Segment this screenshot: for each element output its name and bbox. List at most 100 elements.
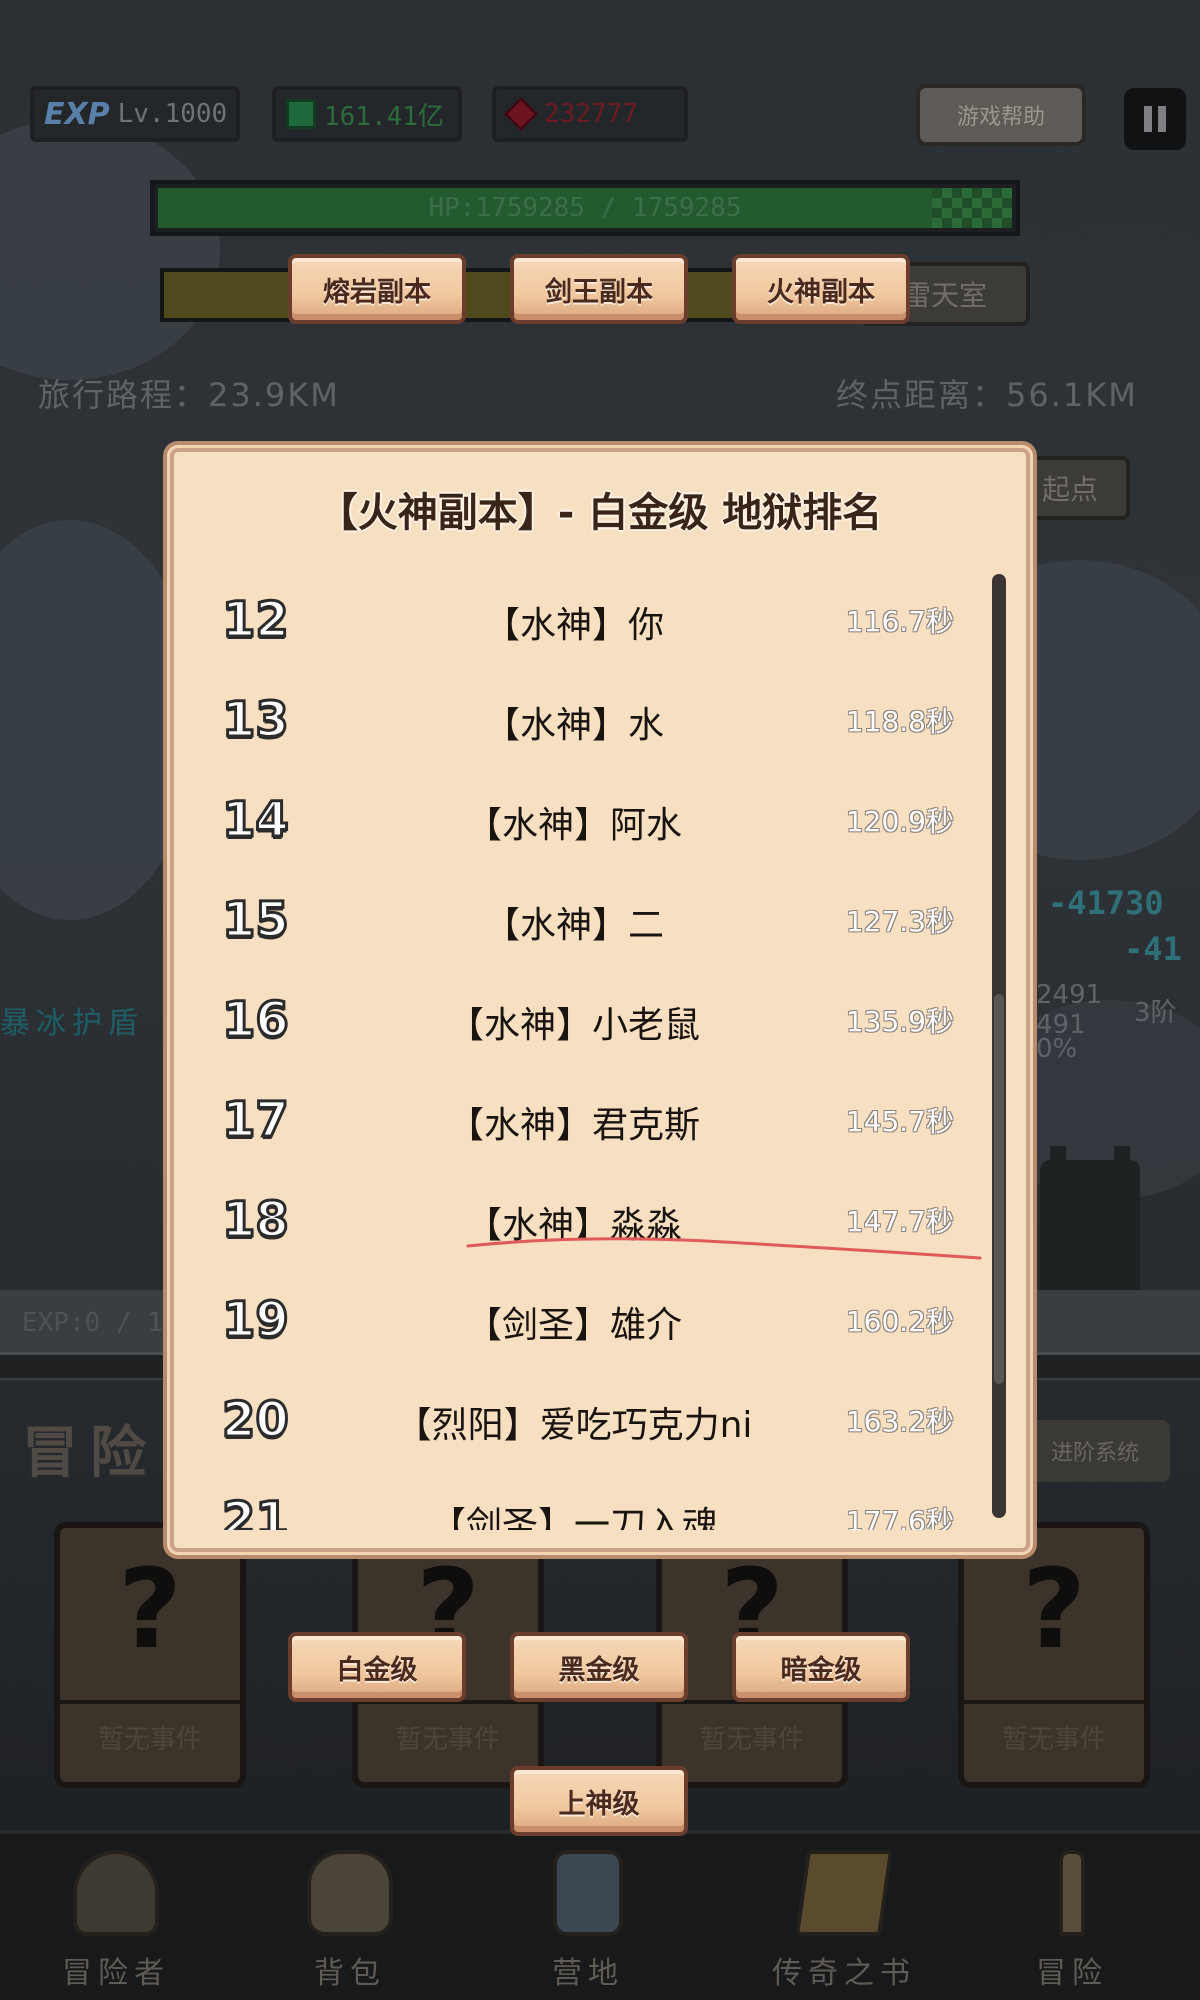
nav-label: 营地 <box>552 1956 624 1991</box>
nav-legend-book[interactable]: 传奇之书 <box>744 1850 944 2000</box>
rank-number: 18 <box>221 1191 291 1250</box>
nav-adventure[interactable]: 冒险 <box>972 1850 1172 2000</box>
player-name: 【水神】水 <box>483 705 664 746</box>
buff-text: 暴冰护盾 <box>0 1006 144 1041</box>
stat-number: 2491 <box>1036 980 1103 1010</box>
ranking-list[interactable]: 12 【水神】你 116.7秒 13 【水神】水 118.8秒 14 【水神】阿… <box>194 570 955 1531</box>
adventure-title: 冒险 <box>22 1421 158 1486</box>
hp-bar: HP:1759285 / 1759285 <box>150 180 1020 236</box>
exp-text: EXP:0 / 1 <box>22 1308 163 1338</box>
scroll-thumb[interactable] <box>994 994 1004 1384</box>
player-name: 【水神】小老鼠 <box>447 1005 700 1046</box>
rank-number: 19 <box>221 1291 291 1350</box>
nav-camp[interactable]: 营地 <box>488 1850 688 2000</box>
ranking-row: 16 【水神】小老鼠 135.9秒 <box>194 970 955 1070</box>
tab-platinum-tier[interactable]: 白金级 <box>288 1632 466 1702</box>
sword-icon <box>1059 1850 1085 1936</box>
clear-time: 135.9秒 <box>845 1005 954 1038</box>
enemy-sprite <box>1040 1146 1140 1290</box>
player-name: 【剑圣】雄介 <box>465 1305 682 1346</box>
tab-black-gold-tier[interactable]: 黑金级 <box>510 1632 688 1702</box>
red-currency-value: 232777 <box>544 99 638 129</box>
player-name: 【水神】淼淼 <box>465 1205 682 1246</box>
end-distance: 终点距离：56.1KM <box>836 376 1138 414</box>
nav-label: 传奇之书 <box>772 1956 916 1991</box>
nav-adventurer[interactable]: 冒险者 <box>16 1850 216 2000</box>
clear-time: 177.6秒 <box>845 1505 954 1530</box>
ranking-row: 13 【水神】水 118.8秒 <box>194 670 955 770</box>
ranking-row: 19 【剑圣】雄介 160.2秒 <box>194 1270 955 1370</box>
exp-logo: EXP <box>44 96 110 132</box>
backpack-icon <box>307 1850 393 1936</box>
clear-time: 163.2秒 <box>845 1405 954 1438</box>
player-name: 【水神】阿水 <box>465 805 682 846</box>
scrollbar[interactable] <box>992 574 1006 1518</box>
bottom-nav: 冒险者 背包 营地 传奇之书 冒险 <box>0 1830 1200 2000</box>
nav-label: 背包 <box>314 1956 386 1991</box>
event-card-label: 暂无事件 <box>60 1700 240 1770</box>
player-name: 【水神】二 <box>483 905 664 946</box>
green-currency-value: 161.41亿 <box>324 101 444 132</box>
red-gem-icon <box>504 97 538 131</box>
camp-banner-icon <box>553 1850 623 1936</box>
damage-number: -41 <box>1124 930 1182 968</box>
rank-number: 15 <box>221 891 291 950</box>
ranking-row: 20 【烈阳】爱吃巧克力ni 163.2秒 <box>194 1370 955 1470</box>
tab-lava-dungeon[interactable]: 熔岩副本 <box>288 254 466 324</box>
hp-text: HP:1759285 / 1759285 <box>428 193 742 223</box>
clear-time: 160.2秒 <box>845 1305 954 1338</box>
tab-fire-god-dungeon[interactable]: 火神副本 <box>732 254 910 324</box>
ranking-row: 21 【剑圣】一刀入魂 177.6秒 <box>194 1470 955 1531</box>
clear-time: 116.7秒 <box>845 605 954 638</box>
event-card[interactable]: ? 暂无事件 <box>958 1522 1150 1788</box>
percent-text: 0% <box>1036 1034 1078 1064</box>
ranking-row: 14 【水神】阿水 120.9秒 <box>194 770 955 870</box>
ranking-row: 15 【水神】二 127.3秒 <box>194 870 955 970</box>
level-display: EXP Lv.1000 <box>30 86 240 142</box>
event-card-label: 暂无事件 <box>964 1700 1144 1770</box>
clear-time: 147.7秒 <box>845 1205 954 1238</box>
crown-helmet-icon <box>73 1850 159 1936</box>
rank-number: 16 <box>221 991 291 1050</box>
rank-number: 21 <box>221 1491 291 1531</box>
question-mark-icon: ? <box>118 1545 182 1673</box>
event-card-label: 暂无事件 <box>358 1700 538 1770</box>
tab-sword-king-dungeon[interactable]: 剑王副本 <box>510 254 688 324</box>
pause-icon <box>1144 106 1152 132</box>
rank-number: 20 <box>221 1391 291 1450</box>
modal-title: 【火神副本】- 白金级 地狱排名 <box>317 490 883 536</box>
event-card[interactable]: ? 暂无事件 <box>54 1522 246 1788</box>
rank-number: 13 <box>221 691 291 750</box>
ranking-modal: 【火神副本】- 白金级 地狱排名 12 【水神】你 116.7秒 13 【水神】… <box>170 448 1030 1552</box>
book-icon <box>794 1850 894 1936</box>
red-currency: 232777 <box>492 86 688 142</box>
travel-distance: 旅行路程：23.9KM <box>38 376 340 414</box>
clear-time: 145.7秒 <box>845 1105 954 1138</box>
tab-upper-god-tier[interactable]: 上神级 <box>510 1766 688 1836</box>
ranking-row: 18 【水神】淼淼 147.7秒 <box>194 1170 955 1270</box>
rank-number: 12 <box>221 591 291 650</box>
ranking-row: 12 【水神】你 116.7秒 <box>194 570 955 670</box>
clear-time: 118.8秒 <box>845 705 954 738</box>
nav-label: 冒险 <box>1036 1956 1108 1991</box>
clear-time: 120.9秒 <box>845 805 954 838</box>
green-currency: 161.41亿 <box>272 86 462 142</box>
question-mark-icon: ? <box>1022 1545 1086 1673</box>
pause-button[interactable] <box>1124 88 1186 150</box>
clear-time: 127.3秒 <box>845 905 954 938</box>
player-name: 【烈阳】爱吃巧克力ni <box>395 1405 753 1446</box>
tab-dark-gold-tier[interactable]: 暗金级 <box>732 1632 910 1702</box>
nav-backpack[interactable]: 背包 <box>250 1850 450 2000</box>
event-card-label: 暂无事件 <box>662 1700 842 1770</box>
green-gem-icon <box>286 99 316 129</box>
level-text: Lv.1000 <box>117 99 228 129</box>
rank-number: 14 <box>221 791 291 850</box>
game-help-button[interactable]: 游戏帮助 <box>916 84 1086 146</box>
advance-system-button[interactable]: 进阶系统 <box>1020 1420 1170 1482</box>
player-name: 【水神】君克斯 <box>447 1105 700 1146</box>
rank-number: 17 <box>221 1091 291 1150</box>
ranking-row: 17 【水神】君克斯 145.7秒 <box>194 1070 955 1170</box>
damage-number: -41730 <box>1048 884 1164 922</box>
stage-text: 3阶 <box>1134 998 1177 1028</box>
nav-label: 冒险者 <box>62 1956 170 1991</box>
